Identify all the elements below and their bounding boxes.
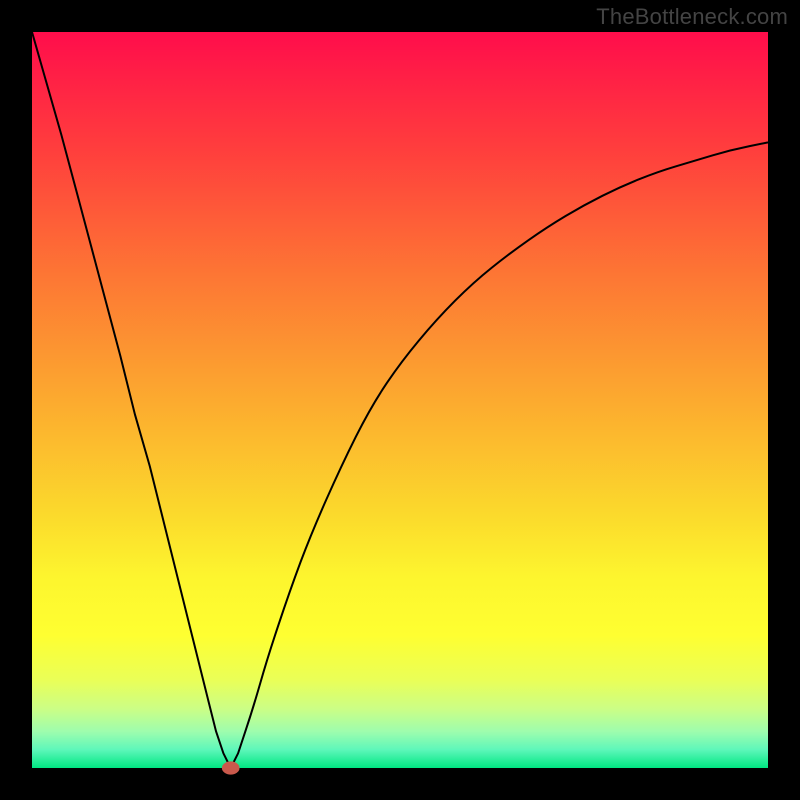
chart-container: TheBottleneck.com <box>0 0 800 800</box>
plot-area <box>32 32 768 768</box>
bottleneck-chart <box>0 0 800 800</box>
watermark-text: TheBottleneck.com <box>596 4 788 30</box>
optimal-point-marker <box>222 761 240 774</box>
